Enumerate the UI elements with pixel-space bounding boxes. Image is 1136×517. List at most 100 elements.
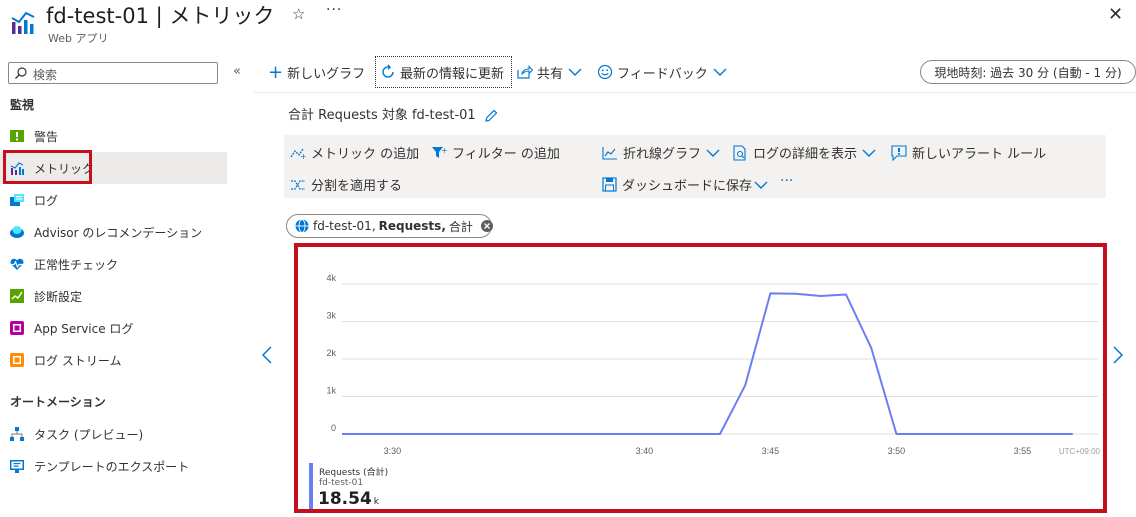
add-metric-label: メトリック の追加 bbox=[311, 147, 420, 162]
feedback-label: フィードバック bbox=[617, 66, 708, 82]
y-tick-label: 1k bbox=[326, 386, 336, 396]
add-filter-button[interactable]: + フィルター の追加 bbox=[431, 143, 560, 162]
sidebar-item-advisor[interactable]: Advisor のレコメンデーション bbox=[0, 216, 227, 248]
refresh-label: 最新の情報に更新 bbox=[400, 66, 505, 82]
sidebar-item-label: ログ bbox=[34, 193, 59, 208]
legend-value-number: 18.54 bbox=[318, 489, 372, 509]
legend-color-bar bbox=[309, 463, 313, 509]
sidebar-search-input[interactable]: 検索 bbox=[8, 62, 218, 84]
pill-metric: Requests, bbox=[378, 219, 446, 233]
apply-split-label: 分割を適用する bbox=[311, 179, 403, 194]
save-dashboard-label: ダッシュボードに保存 bbox=[622, 179, 753, 194]
apply-split-button[interactable]: 分割を適用する bbox=[290, 175, 402, 194]
more-chart-options-icon[interactable]: ··· bbox=[780, 173, 793, 189]
y-tick-label: 4k bbox=[326, 273, 336, 283]
y-tick-label: 2k bbox=[326, 348, 336, 358]
split-icon bbox=[290, 178, 306, 192]
add-metric-button[interactable]: + メトリック の追加 bbox=[290, 143, 419, 162]
plus-icon: + bbox=[268, 61, 284, 83]
line-chart-button[interactable]: 折れ線グラフ bbox=[602, 143, 720, 162]
chevron-down-icon bbox=[862, 149, 876, 157]
svg-text:+: + bbox=[441, 146, 447, 155]
sidebar-item-label: 正常性チェック bbox=[34, 257, 119, 272]
line-chart-icon bbox=[602, 146, 618, 160]
legend-value-unit: k bbox=[373, 497, 379, 507]
remove-metric-icon[interactable] bbox=[480, 220, 493, 232]
search-placeholder: 検索 bbox=[33, 68, 58, 82]
save-to-dashboard-button[interactable]: ダッシュボードに保存 bbox=[602, 175, 768, 194]
active-item-highlight bbox=[3, 150, 92, 184]
pill-resource: fd-test-01, bbox=[313, 219, 376, 233]
toolbar-divider bbox=[254, 92, 1136, 93]
view-logs-label: ログの詳細を表示 bbox=[753, 147, 858, 162]
edit-pencil-icon[interactable] bbox=[484, 109, 498, 123]
sidebar-item-label: App Service ログ bbox=[34, 321, 134, 336]
tasks-icon bbox=[10, 427, 24, 441]
collapse-sidebar-icon[interactable]: « bbox=[233, 64, 241, 79]
alert-icon bbox=[10, 129, 24, 143]
sidebar-item-health-check[interactable]: 正常性チェック bbox=[0, 248, 227, 280]
series-line bbox=[342, 292, 1073, 435]
x-tick-label: 3:50 bbox=[888, 446, 906, 456]
sidebar-item-tasks[interactable]: タスク (プレビュー) bbox=[0, 418, 227, 450]
share-button[interactable]: 共有 bbox=[517, 62, 582, 82]
save-icon bbox=[602, 177, 617, 192]
refresh-button[interactable]: 最新の情報に更新 bbox=[380, 62, 504, 82]
close-icon[interactable]: ✕ bbox=[1108, 4, 1123, 25]
sidebar-item-alerts[interactable]: 警告 bbox=[0, 120, 227, 152]
export-template-icon bbox=[10, 459, 24, 473]
chart-title[interactable]: 合計 Requests 対象 fd-test-01 bbox=[288, 104, 498, 123]
chart-toolbar: + メトリック の追加 + フィルター の追加 折れ線グラフ ログの詳細を表示 … bbox=[284, 135, 1106, 198]
add-filter-label: フィルター の追加 bbox=[452, 147, 560, 162]
new-alert-rule-button[interactable]: 新しいアラート ルール bbox=[891, 143, 1046, 162]
legend-resource: fd-test-01 bbox=[319, 478, 364, 488]
section-title-automation: オートメーション bbox=[10, 395, 106, 409]
more-options-icon[interactable]: ··· bbox=[326, 2, 342, 18]
new-chart-button[interactable]: + 新しいグラフ bbox=[268, 61, 365, 83]
sidebar-item-label: タスク (プレビュー) bbox=[34, 427, 144, 442]
x-tick-label: 3:55 bbox=[1014, 446, 1032, 456]
refresh-icon bbox=[380, 64, 396, 80]
advisor-icon bbox=[10, 225, 24, 239]
feedback-button[interactable]: フィードバック bbox=[597, 62, 727, 82]
resource-globe-icon bbox=[295, 219, 309, 233]
filter-icon: + bbox=[431, 146, 447, 160]
sidebar-item-label: テンプレートのエクスポート bbox=[34, 459, 190, 474]
metric-pill[interactable]: fd-test-01, Requests, 合計 bbox=[286, 214, 493, 238]
y-tick-label: 0 bbox=[331, 423, 336, 433]
chart-next-arrow[interactable] bbox=[1112, 345, 1124, 365]
legend-series-name[interactable]: Requests (合計) bbox=[319, 465, 388, 478]
time-range-picker[interactable]: 現地時刻: 過去 30 分 (自動 - 1 分) bbox=[920, 60, 1136, 84]
logs-detail-icon bbox=[732, 144, 748, 161]
add-metric-icon: + bbox=[290, 146, 306, 160]
sidebar-item-diagnostic-settings[interactable]: 診断設定 bbox=[0, 280, 227, 312]
sidebar-item-app-service-logs[interactable]: App Service ログ bbox=[0, 312, 227, 344]
view-logs-button[interactable]: ログの詳細を表示 bbox=[732, 143, 876, 162]
metrics-line-chart: 4k 3k 2k 1k 0 3:30 3:40 3:45 3:50 3:55 UTC+09:00 bbox=[326, 273, 1100, 456]
sidebar-item-label: ログ ストリーム bbox=[34, 353, 122, 368]
metrics-app-icon bbox=[10, 8, 38, 36]
sidebar-item-export-template[interactable]: テンプレートのエクスポート bbox=[0, 450, 227, 482]
resource-type-subtitle: Web アプリ bbox=[48, 32, 109, 45]
pill-aggregation: 合計 bbox=[448, 219, 473, 234]
health-icon bbox=[10, 257, 24, 271]
page-title: fd-test-01 | メトリック bbox=[46, 4, 275, 28]
sidebar-item-log-stream[interactable]: ログ ストリーム bbox=[0, 344, 227, 376]
x-tick-label: 3:30 bbox=[384, 446, 402, 456]
sidebar-item-logs[interactable]: ログ bbox=[0, 184, 227, 216]
legend-value: 18.54 k bbox=[318, 489, 379, 509]
share-icon bbox=[517, 65, 533, 79]
diagnostic-icon bbox=[10, 289, 24, 303]
logs-icon bbox=[10, 193, 24, 207]
share-label: 共有 bbox=[537, 66, 564, 82]
chevron-down-icon bbox=[568, 68, 582, 76]
search-icon bbox=[14, 66, 28, 80]
x-tick-label: 3:45 bbox=[762, 446, 780, 456]
chart-title-text: 合計 Requests 対象 fd-test-01 bbox=[288, 108, 476, 123]
smiley-icon bbox=[597, 64, 613, 80]
chart-previous-arrow[interactable] bbox=[261, 345, 273, 365]
alert-rule-icon bbox=[891, 144, 907, 161]
sidebar-item-label: 警告 bbox=[34, 129, 59, 144]
svg-text:+: + bbox=[300, 152, 306, 160]
favorite-star-icon[interactable]: ☆ bbox=[292, 5, 305, 23]
